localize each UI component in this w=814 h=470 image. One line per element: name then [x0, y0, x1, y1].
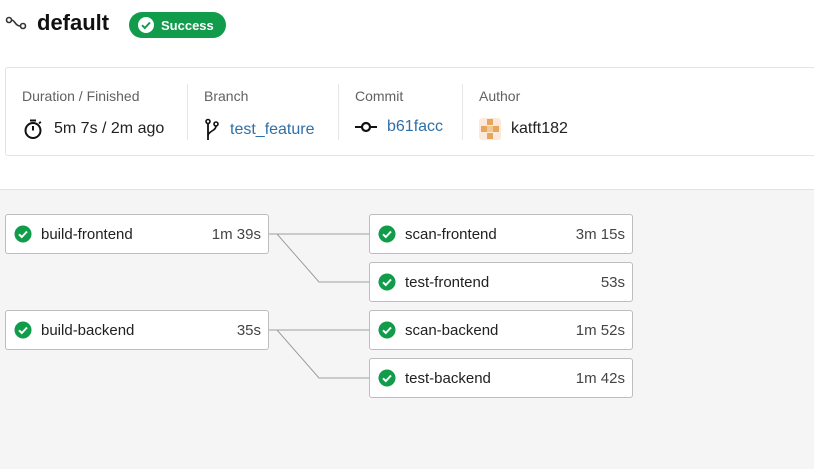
workflow-icon: [5, 16, 27, 30]
job-duration: 1m 39s: [211, 225, 261, 243]
workflow-header: default Success: [0, 0, 814, 52]
job-duration: 3m 15s: [575, 225, 625, 243]
commit-value-row[interactable]: b61facc: [355, 118, 443, 136]
divider: [462, 84, 463, 140]
duration-value: 5m 7s / 2m ago: [54, 120, 165, 137]
job-name: test-backend: [405, 369, 491, 387]
success-check-icon: [378, 369, 396, 387]
commit-label: Commit: [355, 88, 404, 104]
commit-icon: [355, 121, 377, 133]
job-build-frontend[interactable]: build-frontend 1m 39s: [5, 214, 269, 254]
branch-value-row[interactable]: test_feature: [204, 118, 315, 142]
edge-build-frontend-test-frontend: [268, 233, 369, 283]
author-name: katft182: [511, 120, 568, 137]
job-duration: 1m 42s: [575, 369, 625, 387]
success-check-icon: [378, 273, 396, 291]
check-circle-icon: [138, 17, 154, 33]
duration-label: Duration / Finished: [22, 88, 140, 104]
job-scan-backend[interactable]: scan-backend 1m 52s: [369, 310, 633, 350]
job-test-frontend[interactable]: test-frontend 53s: [369, 262, 633, 302]
job-duration: 35s: [236, 321, 261, 339]
workflow-graph: build-frontend 1m 39s scan-frontend 3m 1…: [0, 189, 814, 469]
job-scan-frontend[interactable]: scan-frontend 3m 15s: [369, 214, 633, 254]
workflow-info-card: Duration / Finished 5m 7s / 2m ago Branc…: [5, 67, 814, 156]
status-label: Success: [161, 17, 214, 33]
job-build-backend[interactable]: build-backend 35s: [5, 310, 269, 350]
duration-value-row: 5m 7s / 2m ago: [22, 118, 164, 140]
avatar: [479, 118, 501, 140]
stopwatch-icon: [24, 119, 42, 139]
job-name: test-frontend: [405, 273, 490, 291]
success-check-icon: [378, 321, 396, 339]
author-value-row: katft182: [479, 118, 568, 140]
status-badge: Success: [129, 12, 226, 38]
success-check-icon: [378, 225, 396, 243]
commit-link[interactable]: b61facc: [387, 118, 443, 136]
job-name: build-backend: [41, 321, 135, 339]
branch-icon: [205, 118, 219, 140]
success-check-icon: [14, 225, 32, 243]
job-duration: 53s: [600, 273, 625, 291]
job-test-backend[interactable]: test-backend 1m 42s: [369, 358, 633, 398]
branch-label: Branch: [204, 88, 249, 104]
branch-link[interactable]: test_feature: [230, 121, 315, 139]
divider: [187, 84, 188, 140]
success-check-icon: [14, 321, 32, 339]
job-name: build-frontend: [41, 225, 133, 243]
job-name: scan-frontend: [405, 225, 497, 243]
job-name: scan-backend: [405, 321, 499, 339]
job-duration: 1m 52s: [575, 321, 625, 339]
page-title: default: [37, 10, 110, 35]
author-label: Author: [479, 88, 521, 104]
divider: [338, 84, 339, 140]
edge-build-backend-test-backend: [268, 329, 369, 379]
